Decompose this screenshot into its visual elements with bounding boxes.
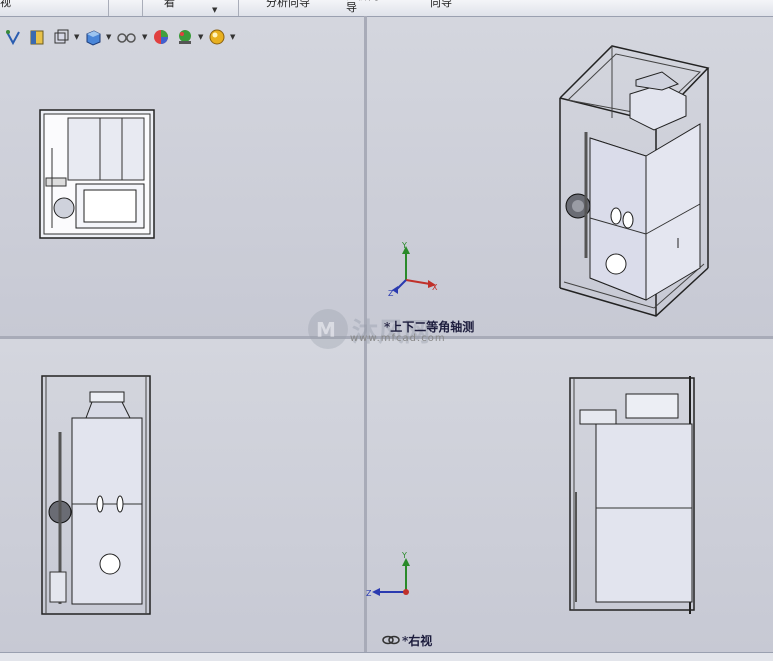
appearance-icon[interactable] [150,26,172,48]
model-isometric-view[interactable] [550,38,720,322]
lighting-icon[interactable] [206,26,228,48]
view-label-right: *右视 [402,634,433,648]
svg-text:M: M [316,318,336,342]
triad-y-label: Y [401,551,407,560]
chevron-down-icon[interactable]: ▼ [198,33,204,41]
link-views-icon[interactable] [382,634,400,646]
chevron-down-icon[interactable]: ▼ [230,33,236,41]
tab-analysis-wizard-2[interactable]: 分析向 导 [346,0,379,14]
scene-icon[interactable] [174,26,196,48]
triad-y-label: Y [401,241,407,250]
toolbar-separator [238,0,239,16]
chevron-down-icon[interactable]: ▼ [106,33,112,41]
toolbar-separator [108,0,109,16]
tab-view[interactable]: 视 [0,0,11,10]
triad-x-label: X [432,283,438,292]
toolbar-separator [142,0,143,16]
view-orientation-icon[interactable] [2,26,24,48]
chevron-down-icon[interactable]: ▼ [212,6,217,14]
hide-show-icon[interactable] [114,26,140,48]
command-manager-bar: 视 看 ▼ 分析向导 分析向 导 向导 [0,0,773,17]
model-front-view[interactable] [36,372,156,618]
section-view-icon[interactable] [26,26,48,48]
triad-z-label: Z [366,589,372,598]
tab-look[interactable]: 看 [164,0,175,10]
tab-analysis-wizard[interactable]: 分析向导 [266,0,310,10]
view-label-isometric: *上下二等角轴测 [384,320,475,334]
model-right-view[interactable] [566,372,700,618]
heads-up-view-toolbar: ▼ ▼ ▼ ▼ ▼ [2,24,236,50]
model-top-view[interactable] [38,108,156,240]
coordinate-triad-right: Y Z [366,551,410,598]
chevron-down-icon[interactable]: ▼ [74,33,80,41]
display-style-icon[interactable] [50,26,72,48]
chevron-down-icon[interactable]: ▼ [142,33,148,41]
coordinate-triad: Y X Z [388,241,438,296]
triad-z-label: Z [388,289,394,296]
tab-wizard[interactable]: 向导 [430,0,452,10]
view-cube-icon[interactable] [82,26,104,48]
